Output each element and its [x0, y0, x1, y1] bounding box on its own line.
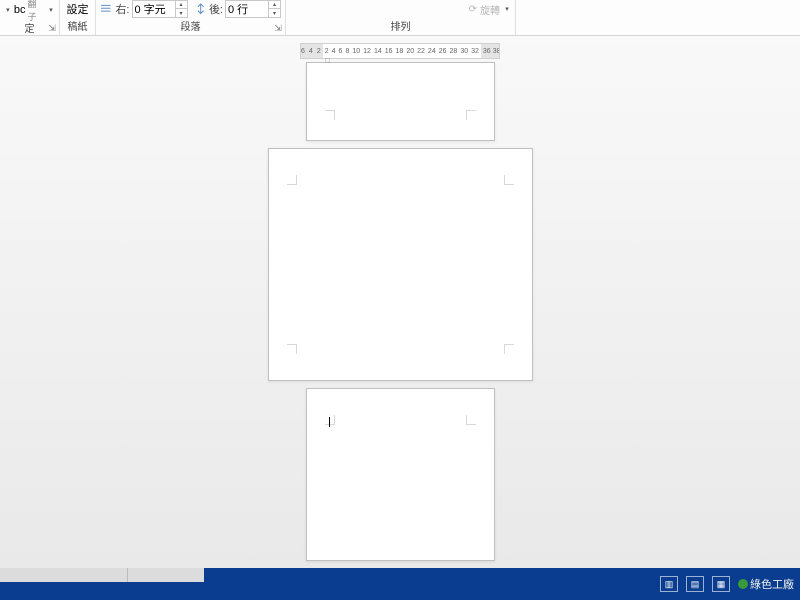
margin-mark	[325, 110, 335, 120]
group-label: 段落	[100, 18, 281, 35]
dialog-launcher-icon[interactable]: ⇲	[47, 23, 57, 33]
margin-mark	[287, 175, 297, 185]
group-label: 稿紙	[64, 18, 91, 35]
spacing-after-label: 後:	[209, 1, 223, 17]
margin-mark	[287, 344, 297, 354]
watermark-text: 綠色工廠	[750, 576, 794, 592]
document-area[interactable]	[0, 40, 800, 568]
manuscript-button[interactable]: 設定	[67, 1, 89, 17]
dropdown-icon: ▾	[503, 2, 511, 16]
ruler-tick: 8	[345, 48, 349, 55]
font-group-fragment: ▾ bc 翻子 ▾ 定 ⇲	[0, 0, 60, 35]
ruler-tick: 2	[325, 48, 329, 55]
ruler-tick: 32	[471, 48, 479, 55]
dialog-launcher-icon[interactable]: ⇲	[273, 23, 283, 33]
text-cursor	[329, 417, 330, 427]
spin-up-icon[interactable]: ▴	[268, 1, 280, 9]
ruler-tick: 36	[483, 48, 491, 55]
margin-mark	[325, 415, 335, 425]
indent-right-field[interactable]	[133, 1, 175, 17]
rotate-icon: ⟳	[469, 4, 477, 15]
margin-mark	[504, 344, 514, 354]
manuscript-group: 設定 稿紙	[60, 0, 96, 35]
ruler-tick: 28	[450, 48, 458, 55]
ruler-tick: 12	[363, 48, 371, 55]
spin-down-icon[interactable]: ▾	[268, 9, 280, 17]
status-right: ▥ ▤ ▦ 綠色工廠	[660, 568, 800, 600]
indent-right-icon	[100, 2, 113, 16]
indent-right-input[interactable]: ▴ ▾	[132, 0, 188, 18]
spacing-after-field[interactable]	[226, 1, 268, 17]
ruler-tick: 26	[439, 48, 447, 55]
ruler-tick: 38	[493, 48, 500, 55]
ruler-right-margin: 36 38 40 42	[481, 44, 500, 58]
rotate-label: 旋轉	[480, 2, 500, 17]
ribbon: ▾ bc 翻子 ▾ 定 ⇲ 設定 稿紙 右: ▴ ▾	[0, 0, 800, 36]
ruler-tick: 24	[428, 48, 436, 55]
arrange-group: ⟳ 旋轉 ▾ 排列	[286, 0, 516, 35]
ruler-left-margin: 6 4 2	[301, 44, 323, 58]
dropdown-icon[interactable]: ▾	[4, 3, 12, 17]
spin-up-icon[interactable]: ▴	[175, 1, 187, 9]
group-label: 排列	[290, 18, 511, 35]
dropdown-icon[interactable]: ▾	[47, 3, 55, 17]
taskbar-item[interactable]	[128, 568, 204, 582]
view-web-icon[interactable]: ▦	[712, 576, 730, 592]
indent-right-label: 右:	[115, 1, 129, 17]
margin-mark	[466, 415, 476, 425]
ruler-tick: 22	[417, 48, 425, 55]
ruler-tick: 18	[396, 48, 404, 55]
ruler-tick: 16	[385, 48, 393, 55]
ruler-tick: 2	[317, 48, 321, 55]
taskbar: ▥ ▤ ▦ 綠色工廠	[0, 568, 800, 600]
margin-mark	[504, 175, 514, 185]
spin-down-icon[interactable]: ▾	[175, 9, 187, 17]
taskbar-item[interactable]	[0, 568, 128, 582]
ruler-tick: 6	[301, 48, 305, 55]
ruler-tick: 20	[406, 48, 414, 55]
page[interactable]	[268, 148, 533, 381]
rotate-button: ⟳ 旋轉 ▾	[469, 2, 511, 17]
indent-marker-icon[interactable]: □	[325, 56, 335, 64]
spacer	[204, 568, 660, 600]
spacing-after-input[interactable]: ▴ ▾	[225, 0, 281, 18]
ruler-tick: 4	[332, 48, 336, 55]
ruler-tick: 30	[460, 48, 468, 55]
bc-label: bc	[14, 4, 26, 16]
view-read-icon[interactable]: ▥	[660, 576, 678, 592]
paragraph-group: 右: ▴ ▾ 後: ▴ ▾ 段落 ⇲	[96, 0, 286, 35]
spacing-after-icon	[194, 2, 207, 16]
watermark-dot-icon	[738, 579, 748, 589]
ruler-tick: 14	[374, 48, 382, 55]
ruler-body: 2 4 6 8 10 12 14 16 18 20 22 24 26 28 30…	[323, 48, 481, 55]
margin-mark	[466, 110, 476, 120]
watermark: 綠色工廠	[738, 576, 794, 592]
ruler-tick: 6	[339, 48, 343, 55]
page[interactable]	[306, 388, 495, 561]
view-print-icon[interactable]: ▤	[686, 576, 704, 592]
ruler-tick: 10	[352, 48, 360, 55]
page[interactable]	[306, 62, 495, 141]
ruler-tick: 4	[309, 48, 313, 55]
